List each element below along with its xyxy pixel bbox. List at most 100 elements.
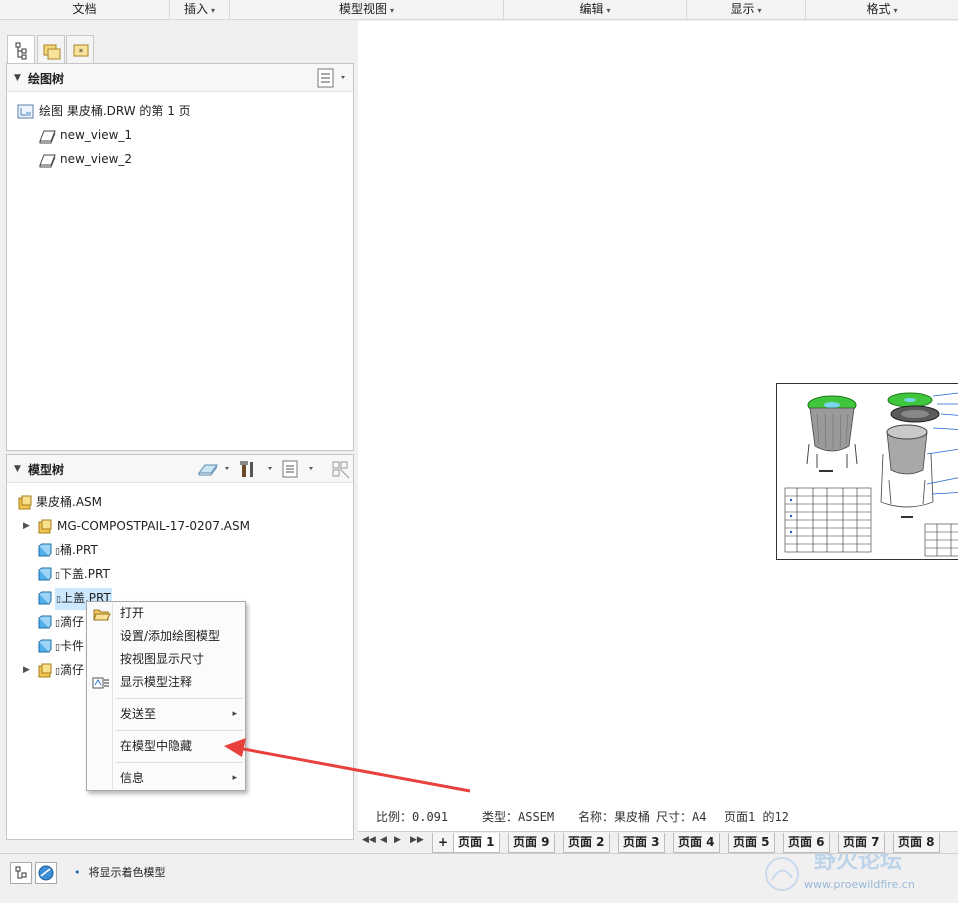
chevron-down-icon: ▾ bbox=[606, 6, 611, 15]
tree-item-text: 卡件 bbox=[59, 639, 84, 653]
last-page-icon[interactable]: ▶▶ bbox=[410, 835, 424, 845]
tree-settings-button[interactable] bbox=[317, 68, 351, 88]
add-page-button[interactable]: + bbox=[432, 833, 455, 853]
model-tree-root-label: 果皮桶.ASM bbox=[36, 495, 102, 509]
menu-item-show-dimensions-by-view[interactable]: 按视图显示尺寸 bbox=[120, 648, 204, 670]
tree-item-label: MG-COMPOSTPAIL-17-0207.ASM bbox=[57, 519, 250, 533]
collapse-icon[interactable]: ▼ bbox=[14, 464, 21, 474]
toggle-browser-button[interactable] bbox=[35, 862, 57, 884]
tree-item-label: ▯桶.PRT bbox=[55, 543, 98, 557]
tab-page[interactable]: 页面 3 bbox=[618, 833, 665, 853]
annotation-icon bbox=[92, 677, 109, 689]
ribbon-group-model-views[interactable]: 模型视图 ▾ bbox=[230, 0, 504, 20]
ribbon-group-label: 文档 bbox=[72, 2, 97, 16]
drawing-tree-root[interactable]: 绘图 果皮桶.DRW 的第 1 页 bbox=[17, 100, 337, 122]
ribbon-group-insert[interactable]: 插入 ▾ bbox=[170, 0, 230, 20]
eraser-icon bbox=[198, 464, 229, 476]
chevron-down-icon: ▾ bbox=[757, 6, 762, 15]
tree-item-label: ▯滴仔 bbox=[55, 615, 84, 629]
ribbon-group-bar: 文档 插入 ▾ 模型视图 ▾ 编辑 ▾ 显示 ▾ 格式 ▾ bbox=[0, 0, 958, 20]
menu-item-label: 信息 bbox=[120, 771, 145, 785]
drawing-canvas[interactable] bbox=[358, 21, 958, 831]
submenu-arrow-icon: ▸ bbox=[232, 709, 237, 719]
size-label: 尺寸：A4 bbox=[656, 810, 707, 824]
tab-favorites[interactable]: * bbox=[66, 35, 94, 63]
tab-page[interactable]: 页面 2 bbox=[563, 833, 610, 853]
folder-browser-icon bbox=[43, 44, 61, 60]
ribbon-group-label: 编辑 bbox=[579, 2, 604, 16]
tab-page[interactable]: 页面 7 bbox=[838, 833, 885, 853]
submenu-arrow-icon: ▸ bbox=[232, 773, 237, 783]
assembly-icon bbox=[38, 663, 52, 678]
menu-item-set-drawing-model[interactable]: 设置/添加绘图模型 bbox=[120, 625, 220, 647]
prev-page-icon[interactable]: ◀ bbox=[380, 835, 387, 845]
drawing-tree-root-label: 绘图 果皮桶.DRW 的第 1 页 bbox=[39, 104, 191, 118]
tab-page[interactable]: 页面 6 bbox=[783, 833, 830, 853]
tab-page[interactable]: 页面 9 bbox=[508, 833, 555, 853]
menu-item-hide-in-model[interactable]: 在模型中隐藏 bbox=[120, 735, 192, 757]
tree-item-label: ▯滴仔 bbox=[55, 663, 84, 677]
model-tree-root[interactable]: 果皮桶.ASM bbox=[17, 491, 217, 513]
tools-icon bbox=[240, 461, 272, 477]
watermark-title: 野火论坛 bbox=[814, 854, 902, 874]
expand-icon[interactable]: ▶ bbox=[23, 659, 30, 681]
status-bar: • 将显示着色模型 野火论坛 www.proewildfire.cn bbox=[0, 848, 958, 899]
filter-button[interactable] bbox=[330, 459, 352, 479]
tree-item-text: 桶.PRT bbox=[59, 543, 98, 557]
menu-item-info[interactable]: 信息 bbox=[120, 767, 240, 789]
part-icon bbox=[38, 591, 52, 605]
view-icon bbox=[39, 130, 56, 144]
status-message-text: 将显示着色模型 bbox=[88, 866, 166, 879]
menu-item-send-to[interactable]: 发送至 bbox=[120, 703, 240, 725]
menu-item-show-model-annotations[interactable]: 显示模型注释 bbox=[120, 671, 192, 693]
ribbon-group-label: 显示 bbox=[730, 2, 755, 16]
chevron-down-icon: ▾ bbox=[211, 6, 216, 15]
type-label: 类型：ASSEM bbox=[482, 810, 555, 824]
assembly-icon bbox=[38, 519, 52, 534]
tab-model-tree[interactable] bbox=[7, 35, 35, 64]
ribbon-group-document[interactable]: 文档 bbox=[0, 0, 170, 20]
ribbon-group-format[interactable]: 格式 ▾ bbox=[806, 0, 958, 20]
tree-item-assembly[interactable]: ▶ MG-COMPOSTPAIL-17-0207.ASM bbox=[21, 515, 341, 537]
menu-item-label: 发送至 bbox=[120, 707, 157, 721]
ribbon-group-display[interactable]: 显示 ▾ bbox=[687, 0, 806, 20]
drawing-sheet[interactable] bbox=[776, 383, 958, 560]
part-icon bbox=[38, 615, 52, 629]
tree-item-part[interactable]: ▯桶.PRT bbox=[37, 539, 237, 561]
list-settings-icon bbox=[317, 68, 345, 88]
page-count-label: 页面1 的12 bbox=[724, 810, 789, 824]
ribbon-group-label: 模型视图 bbox=[338, 2, 387, 16]
tree-item-view[interactable]: new_view_1 bbox=[37, 124, 237, 146]
expand-icon[interactable]: ▶ bbox=[23, 515, 30, 537]
tree-icon bbox=[15, 42, 27, 60]
tab-page[interactable]: 页面 4 bbox=[673, 833, 720, 853]
tab-page[interactable]: 页面 8 bbox=[893, 833, 940, 853]
forum-watermark-logo: 野火论坛 www.proewildfire.cn bbox=[765, 848, 915, 891]
first-page-icon[interactable]: ◀◀ bbox=[362, 835, 376, 845]
tab-folder-browser[interactable] bbox=[37, 35, 65, 63]
tree-item-part[interactable]: ▯下盖.PRT bbox=[37, 563, 237, 585]
collapse-icon[interactable]: ▼ bbox=[14, 73, 21, 83]
favorites-icon: * bbox=[73, 44, 89, 58]
drawing-sheet-icon bbox=[17, 104, 34, 119]
tab-page[interactable]: 页面 1 bbox=[453, 833, 500, 853]
name-label: 名称：果皮桶 bbox=[578, 810, 651, 824]
view-icon bbox=[39, 154, 56, 168]
drawing-tree-title: 绘图树 bbox=[28, 72, 65, 86]
settings-button[interactable] bbox=[238, 459, 278, 479]
menu-separator bbox=[115, 762, 243, 763]
show-button[interactable] bbox=[195, 459, 235, 479]
part-icon bbox=[38, 639, 52, 653]
ribbon-group-label: 格式 bbox=[866, 2, 891, 16]
toggle-navigator-button[interactable] bbox=[10, 862, 32, 884]
title-block-info: 比例：0.091 类型：ASSEM 名称：果皮桶 尺寸：A4 页面1 的12 bbox=[358, 804, 958, 828]
model-tree-header: ▼ 模型树 bbox=[7, 455, 353, 483]
next-page-icon[interactable]: ▶ bbox=[394, 835, 401, 845]
tree-columns-button[interactable] bbox=[281, 459, 321, 479]
menu-item-open[interactable]: 打开 bbox=[120, 602, 144, 624]
menu-separator bbox=[115, 698, 243, 699]
browser-icon bbox=[38, 865, 54, 881]
tree-item-view[interactable]: new_view_2 bbox=[37, 148, 237, 170]
ribbon-group-edit[interactable]: 编辑 ▾ bbox=[504, 0, 687, 20]
tab-page[interactable]: 页面 5 bbox=[728, 833, 775, 853]
